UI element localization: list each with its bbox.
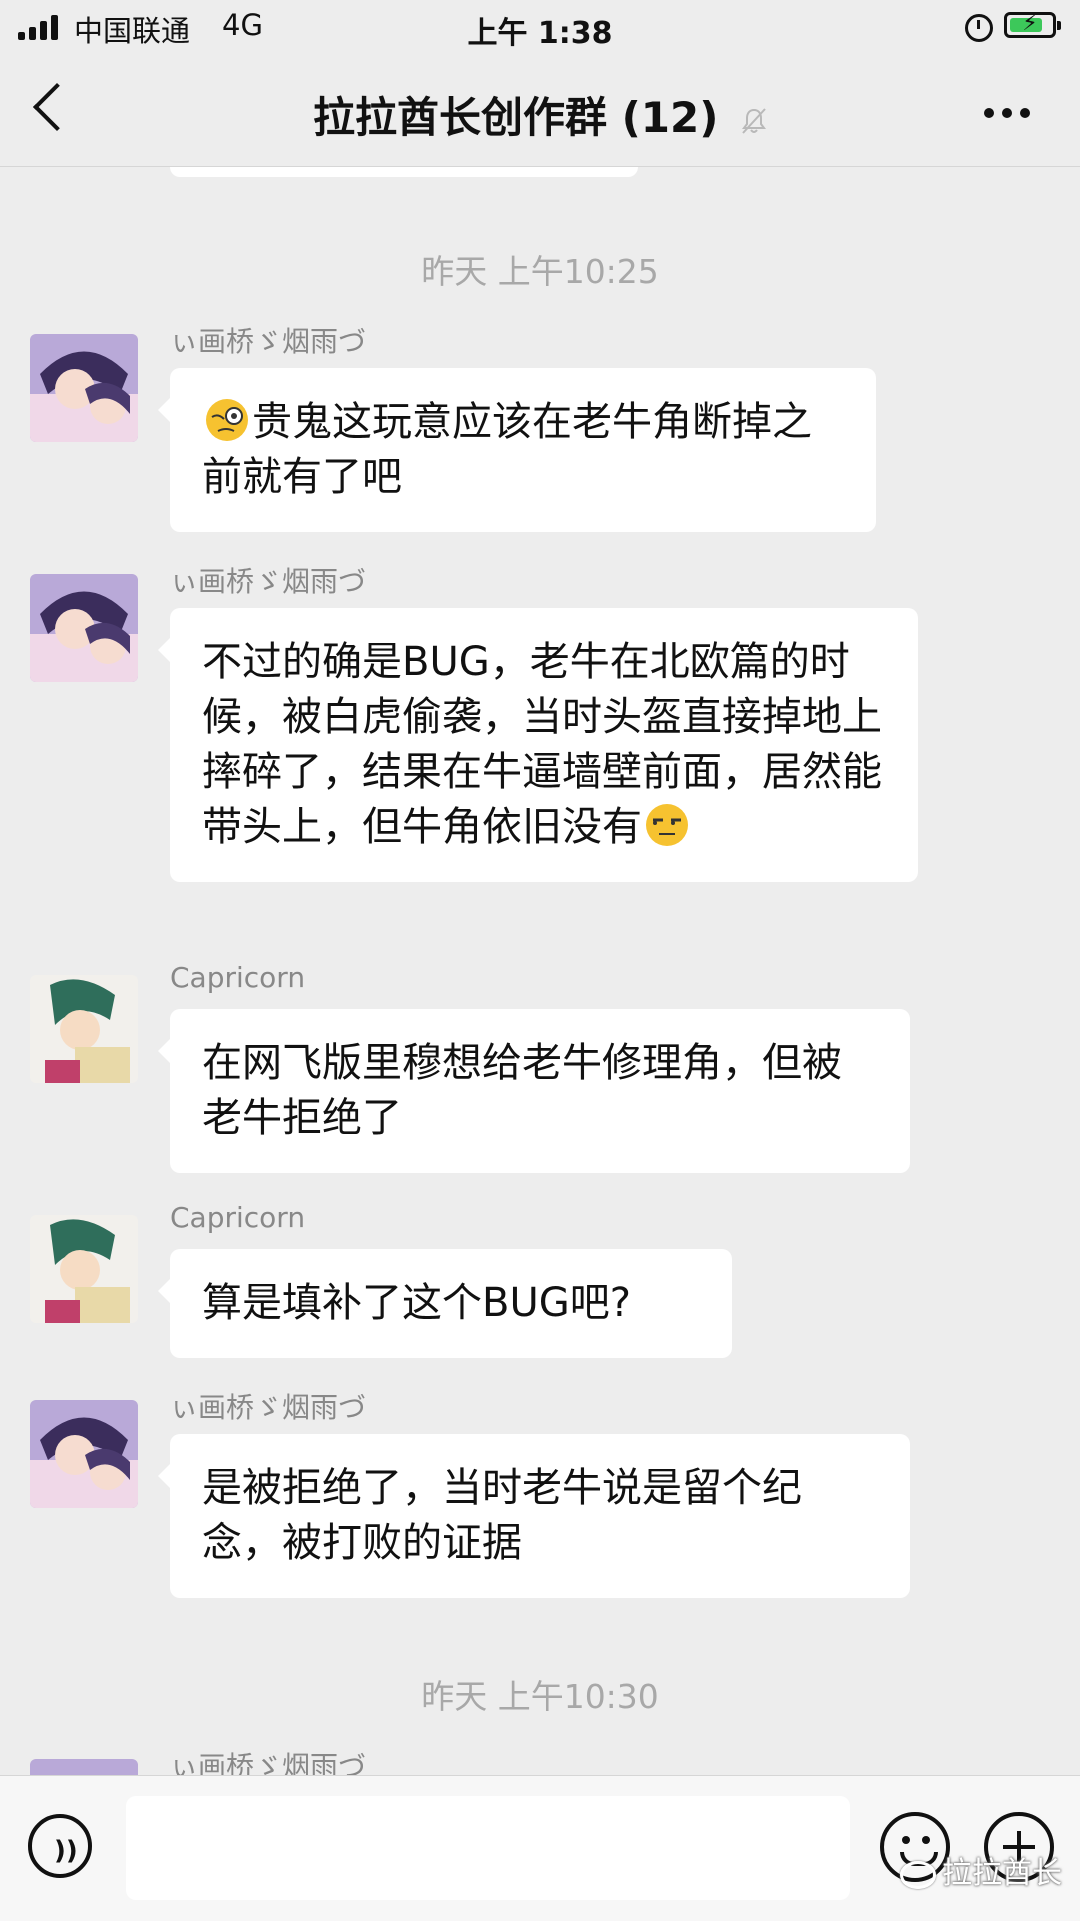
message-item: ぃ画桥ゞ烟雨づ 贵鬼这玩意应该在老牛角断掉之前就有了吧	[0, 325, 1080, 534]
message-item: Capricorn 算是填补了这个BUG吧?	[0, 1201, 1080, 1365]
message-bubble[interactable]: 算是填补了这个BUG吧?	[158, 1249, 732, 1358]
chat-input-bar: )) 拉拉酋长	[0, 1775, 1080, 1921]
message-bubble[interactable]: 在网飞版里穆想给老牛修理角，但被老牛拒绝了	[158, 1009, 910, 1173]
message-item: ぃ画桥ゞ烟雨づ	[0, 1750, 1080, 1775]
sender-name: ぃ画桥ゞ烟雨づ	[170, 1391, 367, 1424]
avatar[interactable]	[30, 1759, 138, 1775]
sender-name: ぃ画桥ゞ烟雨づ	[170, 565, 367, 598]
message-text: 是被拒绝了，当时老牛说是留个纪念，被打败的证据	[202, 1465, 802, 1566]
message-bubble[interactable]: 贵鬼这玩意应该在老牛角断掉之前就有了吧	[158, 368, 876, 532]
message-text: 在网飞版里穆想给老牛修理角，但被老牛拒绝了	[202, 1040, 842, 1141]
avatar[interactable]	[30, 975, 138, 1083]
message-bubble[interactable]: 不过的确是BUG，老牛在北欧篇的时候，被白虎偷袭，当时头盔直接掉地上 摔碎了，结…	[158, 608, 918, 882]
sender-name: Capricorn	[170, 1201, 306, 1234]
message-text: 算是填补了这个BUG吧?	[202, 1280, 631, 1326]
sender-name: ぃ画桥ゞ烟雨づ	[170, 325, 367, 358]
time-divider: 昨天 上午10:30	[421, 1677, 659, 1716]
wechat-logo-icon	[900, 1860, 936, 1889]
voice-icon[interactable]: ))	[28, 1814, 92, 1878]
face-with-monocle-emoji	[206, 399, 248, 441]
avatar[interactable]	[30, 1215, 138, 1323]
status-bar: 中国联通 4G 上午 1:38 ⚡	[0, 0, 1080, 56]
chat-title-text: 拉拉酋长创作群 (12)	[312, 93, 719, 142]
status-time: 上午 1:38	[467, 16, 613, 51]
time-divider: 昨天 上午10:25	[421, 252, 659, 291]
chat-message-list[interactable]: 昨天 上午10:25 ぃ画桥ゞ烟雨づ 贵鬼这玩意应该在老牛角断掉之前就有了吧 ぃ…	[0, 167, 1080, 1775]
battery-icon: ⚡	[1004, 11, 1061, 38]
avatar[interactable]	[30, 1400, 138, 1508]
watermark: 拉拉酋长	[900, 1848, 1062, 1892]
unamused-face-emoji	[646, 804, 688, 846]
more-dots-icon[interactable]	[984, 108, 1030, 118]
sender-name: ぃ画桥ゞ烟雨づ	[170, 1750, 367, 1775]
message-text: 贵鬼这玩意应该在老牛角断掉之前就有了吧	[202, 399, 812, 500]
message-text: 不过的确是BUG，老牛在北欧篇的时候，被白虎偷袭，当时头盔直接掉地上 摔碎了，结…	[202, 639, 882, 850]
alarm-icon	[965, 14, 993, 42]
sender-name: Capricorn	[170, 961, 306, 994]
watermark-text: 拉拉酋长	[942, 1856, 1062, 1891]
message-input[interactable]	[126, 1796, 850, 1900]
message-bubble[interactable]: 是被拒绝了，当时老牛说是留个纪念，被打败的证据	[158, 1434, 910, 1598]
chat-title: 拉拉酋长创作群 (12)	[0, 84, 1080, 145]
bell-muted-icon	[742, 107, 767, 134]
message-item: ぃ画桥ゞ烟雨づ 是被拒绝了，当时老牛说是留个纪念，被打败的证据	[0, 1391, 1080, 1600]
message-item: ぃ画桥ゞ烟雨づ 不过的确是BUG，老牛在北欧篇的时候，被白虎偷袭，当时头盔直接掉…	[0, 565, 1080, 934]
avatar[interactable]	[30, 574, 138, 682]
previous-message-bubble	[170, 167, 638, 177]
chat-header: 拉拉酋长创作群 (12)	[0, 56, 1080, 167]
message-item: Capricorn 在网飞版里穆想给老牛修理角，但被老牛拒绝了	[0, 961, 1080, 1175]
avatar[interactable]	[30, 334, 138, 442]
